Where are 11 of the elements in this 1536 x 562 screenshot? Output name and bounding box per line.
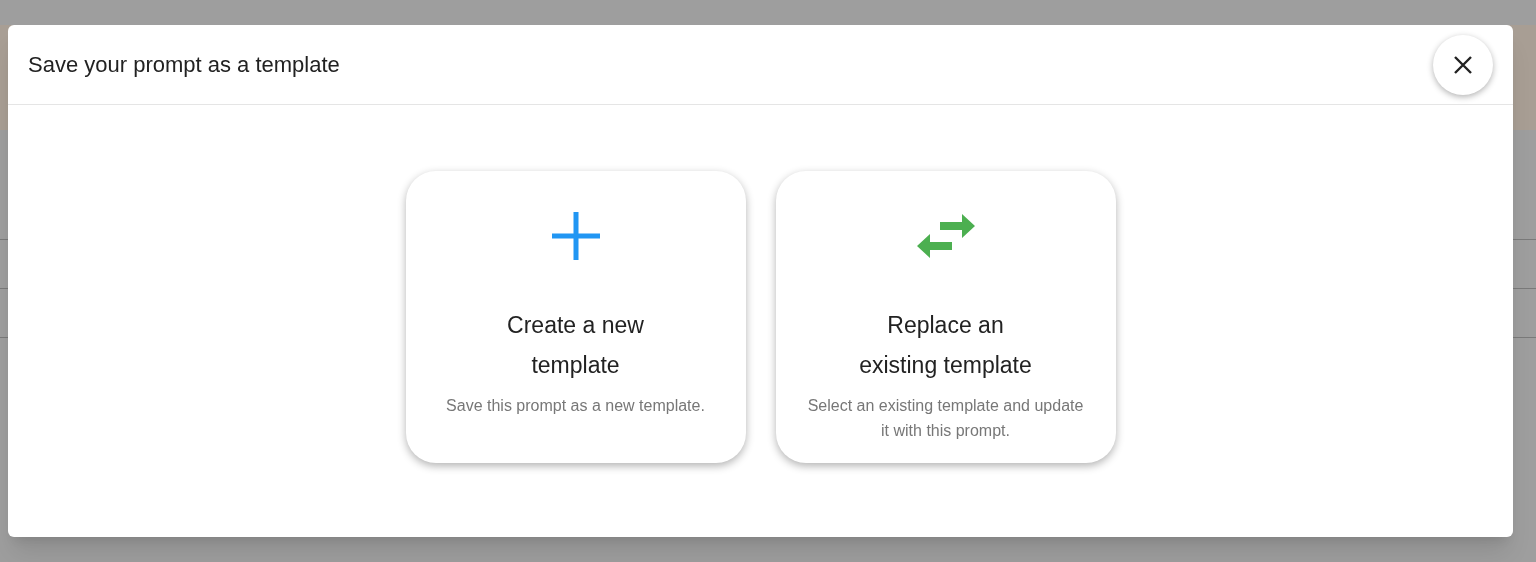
option-title: Replace an existing template — [858, 311, 1033, 380]
plus-icon — [551, 212, 600, 260]
option-card[interactable]: Create a new template Save this prompt as a new template. — [405, 171, 746, 463]
dialog-title: Save your prompt as a template — [28, 51, 340, 79]
swap-arrows-icon — [915, 213, 976, 259]
option-card[interactable]: Replace an existing template Select an existing template and update it with this prompt. — [775, 171, 1116, 463]
option-description: Save this prompt as a new template. — [446, 396, 705, 416]
option-description: Select an existing template and update it with this prompt. — [807, 396, 1084, 441]
close-button[interactable] — [1433, 34, 1493, 95]
option-title: Create a new template — [506, 311, 645, 380]
close-icon — [1454, 55, 1472, 74]
